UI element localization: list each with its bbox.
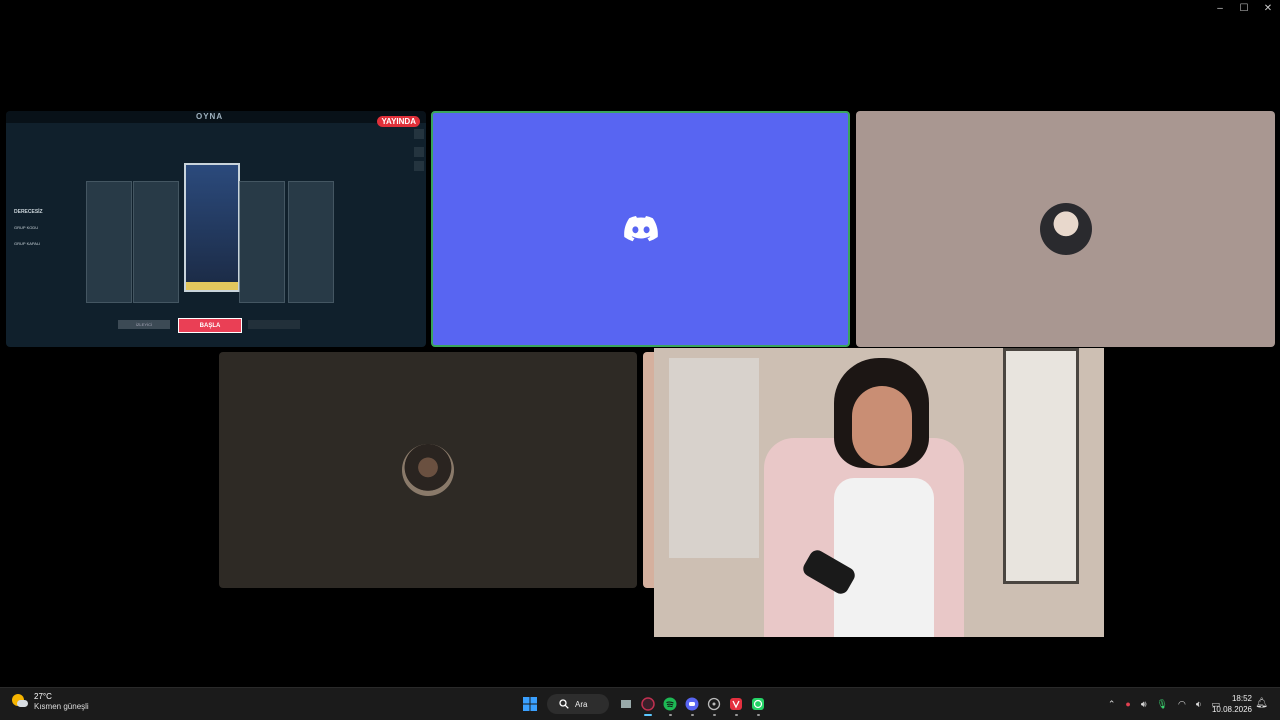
notification-bell-icon[interactable]: 🔔︎ (1255, 698, 1268, 709)
clock-date: 10.08.2026 (1211, 705, 1252, 714)
webcam-person-top (834, 478, 934, 637)
close-button[interactable]: ✕ (1256, 0, 1280, 16)
game-side-icon (414, 129, 424, 139)
volume-icon[interactable]: 🔉︎ (1196, 699, 1202, 710)
weather-desc: Kısmen güneşli (34, 702, 89, 711)
avatar (402, 444, 454, 496)
game-side-item: GRUP KODU (14, 225, 39, 230)
avatar (1039, 203, 1092, 255)
app-icon[interactable] (705, 695, 723, 716)
valorant-icon[interactable] (727, 695, 745, 716)
start-icon[interactable] (521, 695, 539, 713)
clock[interactable]: 18:52 10.08.2026 (1212, 693, 1252, 715)
window-controls: – ☐ ✕ (1208, 0, 1280, 16)
minimize-button[interactable]: – (1208, 0, 1232, 16)
webcam-shelf (669, 358, 759, 558)
discord-icon (623, 216, 658, 242)
task-view-icon[interactable] (617, 695, 635, 713)
participant-tile[interactable] (219, 352, 637, 588)
stream-tile-discord[interactable] (431, 111, 850, 347)
participant-tile[interactable] (856, 111, 1275, 347)
game-right-button (248, 320, 300, 329)
clock-time: 18:52 (1231, 694, 1252, 703)
game-left-button: İZLEYİCİ (118, 320, 170, 329)
agent-slot (288, 181, 334, 303)
speaker-icon[interactable]: 🔊︎ (1141, 699, 1147, 710)
discord-taskbar-icon[interactable] (683, 695, 701, 716)
webcam-person-face (852, 386, 912, 466)
maximize-button[interactable]: ☐ (1232, 0, 1256, 16)
game-title: OYNA (196, 112, 224, 121)
agent-slot (239, 181, 285, 303)
search-label: Ara (575, 699, 588, 709)
agent-slot (133, 181, 179, 303)
weather-icon (12, 694, 28, 710)
game-side-icon (414, 147, 424, 157)
game-start-button: BAŞLA (178, 318, 242, 333)
taskbar-apps: Ara (521, 692, 767, 716)
obs-icon[interactable] (639, 695, 657, 716)
whatsapp-icon[interactable] (749, 695, 767, 716)
webcam-overlay (654, 348, 1104, 637)
weather-temp: 27°C (34, 692, 52, 701)
spotify-icon[interactable] (661, 695, 679, 716)
weather-widget[interactable]: 27°C Kısmen güneşli (12, 692, 89, 712)
search-icon (559, 699, 569, 709)
agent-card-band (186, 282, 238, 290)
game-side-main: DERECESİZ (14, 209, 43, 215)
taskbar: 27°C Kısmen güneşli Ara ⌃ ● 🔊︎ 🎙︎ ◠ 🔉︎ ▭… (0, 687, 1280, 720)
webcam-door (1003, 348, 1079, 584)
game-side-icon (414, 161, 424, 171)
stream-tile-game[interactable]: OYNA YAYINDA DERECESİZ GRUP KODU GRUP KA… (6, 111, 426, 347)
live-badge: YAYINDA (377, 116, 420, 127)
system-tray: ⌃ ● 🔊︎ 🎙︎ ◠ 🔉︎ ▭ (1108, 696, 1220, 712)
tray-app-icon[interactable]: ● (1125, 699, 1130, 709)
search-button[interactable]: Ara (547, 694, 609, 714)
agent-card (184, 163, 240, 292)
agent-slot (86, 181, 132, 303)
microphone-icon[interactable]: 🎙︎ (1157, 699, 1168, 710)
webcam-person (804, 358, 964, 637)
wifi-icon[interactable]: ◠ (1178, 699, 1186, 710)
game-side-item: GRUP KAPALI (14, 241, 41, 246)
chevron-up-icon[interactable]: ⌃ (1108, 699, 1116, 710)
